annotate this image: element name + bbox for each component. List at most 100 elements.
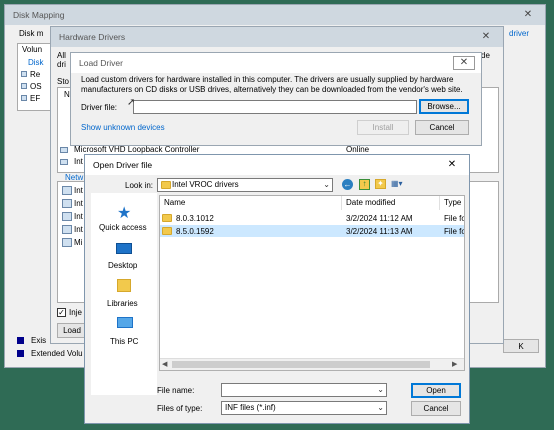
net-item[interactable]: Mi — [74, 238, 82, 247]
partition-icon — [21, 83, 27, 89]
legend-swatch-existing — [17, 337, 24, 344]
place-desktop[interactable]: Desktop — [108, 261, 137, 270]
open-button[interactable]: Open — [411, 383, 461, 398]
browse-button[interactable]: Browse... — [419, 99, 469, 114]
ms-vhd-row[interactable]: Microsoft VHD Loopback Controller — [74, 145, 199, 154]
controller-icon — [60, 159, 68, 165]
net-item[interactable]: Int — [74, 225, 83, 234]
scroll-left-icon[interactable]: ◀ — [162, 360, 167, 368]
files-of-type-label: Files of type: — [157, 404, 203, 413]
show-unknown-devices-link[interactable]: Show unknown devices — [81, 123, 165, 132]
places-bar: ★ Quick access Desktop Libraries This PC — [91, 193, 157, 395]
file-row-type: File fo — [444, 214, 465, 223]
load-driver-close-button[interactable]: ✕ — [453, 56, 475, 70]
hardware-drivers-close-button[interactable]: ✕ — [475, 30, 497, 44]
load-driver-title: Load Driver — [79, 58, 123, 68]
file-row-name: 8.0.3.1012 — [176, 214, 214, 223]
file-row-type: File fo — [444, 227, 465, 236]
column-type[interactable]: Type — [440, 196, 464, 210]
look-in-value: Intel VROC drivers — [172, 180, 239, 189]
network-adapter-icon — [62, 199, 72, 208]
legend-swatch-extended — [17, 350, 24, 357]
column-date-modified[interactable]: Date modified — [342, 196, 440, 210]
chevron-down-icon: ⌄ — [377, 403, 384, 412]
horizontal-scrollbar[interactable]: ◀ ▶ — [160, 358, 464, 370]
net-item[interactable]: Int — [74, 186, 83, 195]
folder-icon — [161, 181, 171, 189]
tree-item-disk[interactable]: Disk — [28, 58, 44, 67]
file-name-label: File name: — [157, 386, 195, 395]
driver-file-input[interactable] — [133, 100, 417, 114]
this-pc-icon — [117, 317, 133, 328]
n-label: N — [64, 90, 70, 99]
look-in-label: Look in: — [125, 181, 154, 190]
inject-checkbox[interactable]: ✓ — [57, 308, 66, 317]
int-row[interactable]: Int — [74, 157, 83, 166]
files-of-type-select[interactable]: INF files (*.inf) ⌄ — [221, 401, 387, 415]
open-driver-dialog: Open Driver file ✕ Look in: Intel VROC d… — [84, 154, 470, 424]
up-folder-icon[interactable]: ↑ — [359, 179, 370, 190]
disk-mapping-titlebar: Disk Mapping ✕ — [5, 5, 545, 25]
file-row-selected[interactable]: 8.5.0.1592 3/2/2024 11:13 AM File fo — [160, 225, 464, 237]
place-libraries[interactable]: Libraries — [107, 299, 138, 308]
look-in-combo[interactable]: Intel VROC drivers ⌄ — [157, 178, 333, 192]
right-fragment: de — [481, 51, 490, 60]
network-adapter-icon — [62, 225, 72, 234]
disk-mapping-close-button[interactable]: ✕ — [517, 8, 539, 22]
view-menu-icon[interactable]: ▦▾ — [391, 179, 409, 189]
scroll-right-icon[interactable]: ▶ — [452, 360, 457, 368]
net-item[interactable]: Int — [74, 212, 83, 221]
folder-icon — [162, 227, 172, 235]
load-button[interactable]: Load — [57, 323, 87, 338]
load-driver-description: Load custom drivers for hardware install… — [81, 75, 463, 94]
tree-item-re[interactable]: Re — [30, 70, 40, 79]
controller-icon — [60, 147, 68, 153]
files-of-type-value: INF files (*.inf) — [225, 403, 276, 412]
file-list: Name Date modified Type 8.0.3.1012 3/2/2… — [159, 195, 465, 371]
network-adapter-icon — [62, 212, 72, 221]
inject-label: Inje — [69, 308, 82, 317]
tree-item-ef[interactable]: EF — [30, 94, 40, 103]
tree-item-os[interactable]: OS — [30, 82, 42, 91]
ms-vhd-status: Online — [346, 145, 370, 154]
chevron-down-icon: ⌄ — [377, 385, 384, 394]
desktop-icon — [116, 243, 132, 254]
legend-extended-label: Extended Volu — [31, 349, 83, 358]
folder-icon — [162, 214, 172, 222]
open-driver-titlebar: Open Driver file ✕ — [85, 155, 469, 175]
new-folder-icon[interactable]: ✦ — [375, 179, 386, 189]
chevron-down-icon: ⌄ — [323, 180, 330, 189]
hardware-drivers-titlebar: Hardware Drivers ✕ — [51, 27, 503, 47]
file-row[interactable]: 8.0.3.1012 3/2/2024 11:12 AM File fo — [160, 212, 464, 224]
back-arrow-icon[interactable]: ← — [342, 179, 353, 190]
partition-icon — [21, 95, 27, 101]
place-quick-access[interactable]: Quick access — [99, 223, 147, 232]
legend-existing-label: Exis — [31, 336, 47, 345]
open-driver-close-button[interactable]: ✕ — [441, 158, 463, 172]
file-name-input[interactable]: ⌄ — [221, 383, 387, 397]
file-row-date: 3/2/2024 11:12 AM — [346, 214, 413, 223]
volume-header: Volun — [22, 45, 43, 54]
driver-link[interactable]: driver — [509, 29, 529, 38]
load-driver-titlebar: Load Driver ✕ — [71, 53, 481, 73]
open-dialog-cancel-button[interactable]: Cancel — [411, 401, 461, 416]
file-row-name: 8.5.0.1592 — [176, 227, 214, 236]
partition-icon — [21, 71, 27, 77]
load-driver-window: Load Driver ✕ Load custom drivers for ha… — [70, 52, 482, 146]
hardware-drivers-title: Hardware Drivers — [59, 32, 126, 42]
network-adapter-icon — [62, 238, 72, 247]
desktop-background: { "disk_mapping": { "title": "Disk Mappi… — [0, 0, 554, 430]
load-driver-cancel-button[interactable]: Cancel — [415, 120, 469, 135]
disk-mapping-title: Disk Mapping — [13, 10, 65, 20]
quick-access-icon: ★ — [117, 205, 132, 222]
disk-mapping-right-button[interactable]: K — [503, 339, 539, 353]
mouse-cursor-icon: ➚ — [127, 97, 136, 108]
net-item[interactable]: Int — [74, 199, 83, 208]
scroll-thumb[interactable] — [172, 361, 430, 368]
install-button[interactable]: Install — [357, 120, 409, 135]
libraries-icon — [117, 279, 131, 292]
place-this-pc[interactable]: This PC — [110, 337, 138, 346]
file-row-date: 3/2/2024 11:13 AM — [346, 227, 413, 236]
column-name[interactable]: Name — [160, 196, 342, 210]
driver-file-label: Driver file: — [81, 103, 118, 112]
